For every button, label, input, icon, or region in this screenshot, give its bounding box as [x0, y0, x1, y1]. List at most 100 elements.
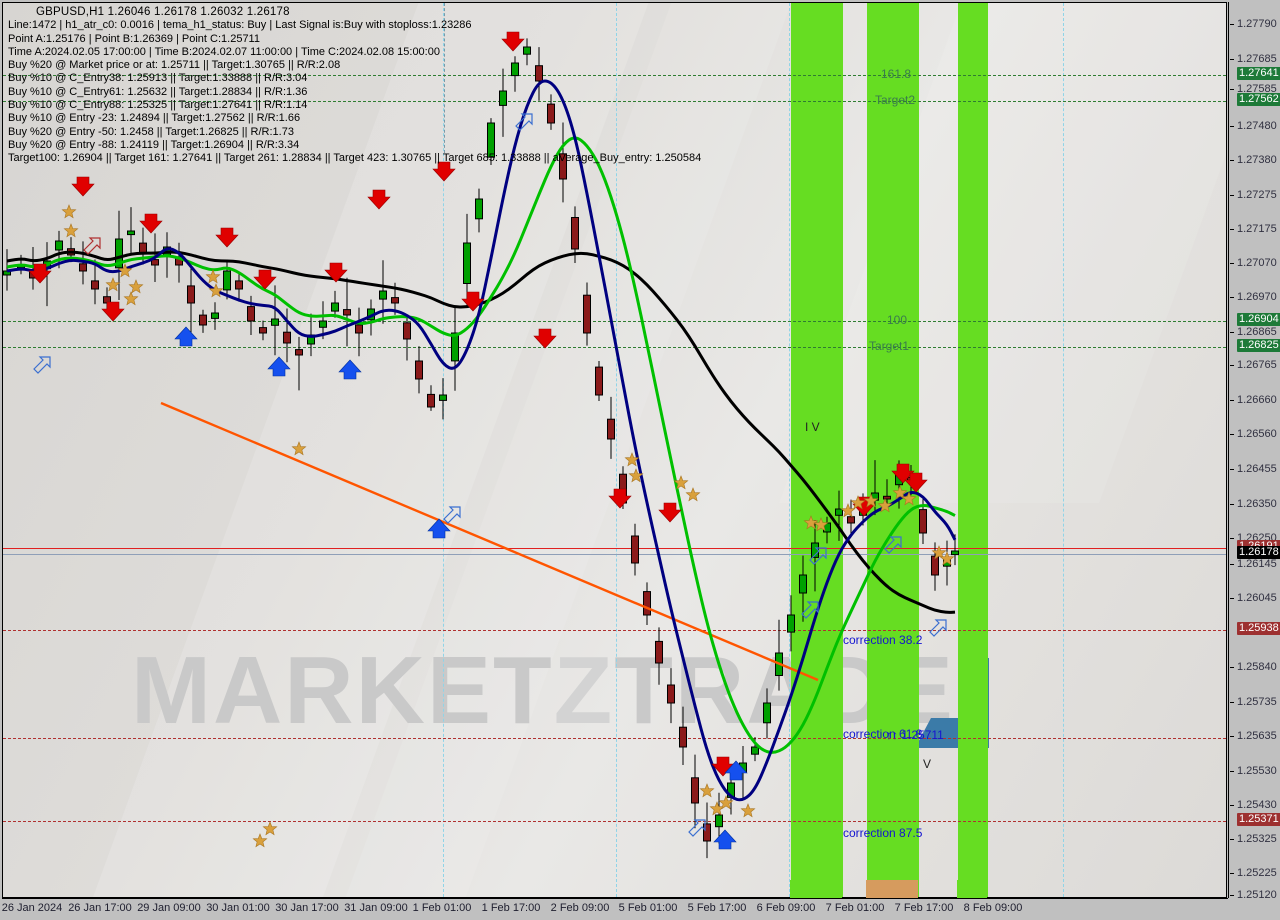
time-tick-3: 30 Jan 01:00: [206, 902, 270, 914]
annotation-corr-382: correction 38.2: [843, 633, 923, 647]
time-tick-4: 30 Jan 17:00: [275, 902, 339, 914]
annotation-lvl-target1: Target1: [869, 339, 910, 353]
price-tick-label: 1.25430: [1237, 799, 1277, 811]
price-tick-label: 1.27641: [1237, 67, 1280, 80]
price-tick-16: 1.26560: [1229, 428, 1280, 441]
price-tick-label: 1.25120: [1237, 889, 1277, 901]
annotation-lvl-100: 100: [887, 313, 908, 327]
price-tick-11: 1.26904: [1229, 313, 1280, 326]
chart-application: MARKETZTRADE 161.8 Target2 100 Target1 I Vco…: [0, 0, 1280, 920]
chart-info-line-3: Buy %20 @ Market price or at: 1.25711 ||…: [8, 59, 341, 72]
chart-info-line-0: Line:1472 | h1_atr_c0: 0.0016 | tema_h1_…: [8, 19, 472, 32]
annotation-lvl-target2: Target2: [875, 93, 916, 107]
chart-info-line-4: Buy %10 @ C_Entry38: 1.25913 || Target:1…: [8, 72, 308, 85]
chart-info-line-1: Point A:1.25176 | Point B:1.26369 | Poin…: [8, 32, 260, 45]
price-tick-label: 1.27790: [1237, 18, 1277, 30]
tick-mark: [1230, 736, 1234, 737]
price-tick-15: 1.26660: [1229, 394, 1280, 407]
price-tick-7: 1.27275: [1229, 189, 1280, 202]
price-tick-label: 1.27685: [1237, 53, 1277, 65]
time-tick-5: 31 Jan 09:00: [344, 902, 408, 914]
time-tick-8: 2 Feb 09:00: [550, 902, 610, 914]
tick-mark: [1230, 126, 1234, 127]
tick-mark: [1230, 702, 1234, 703]
tick-mark: [1230, 24, 1234, 25]
trendline: [160, 401, 819, 682]
tick-mark: [1230, 59, 1234, 60]
price-tick-label: 1.27175: [1237, 223, 1277, 235]
tick-mark: [1230, 538, 1234, 539]
price-tick-6: 1.27380: [1229, 154, 1280, 167]
tick-mark: [1230, 667, 1234, 668]
tick-mark: [1230, 469, 1234, 470]
price-tick-22: 1.26145: [1229, 558, 1280, 571]
time-tick-14: 8 Feb 09:00: [963, 902, 1023, 914]
time-tick-0: 26 Jan 2024: [1, 902, 63, 914]
price-tick-label: 1.25225: [1237, 867, 1277, 879]
price-tick-26: 1.25735: [1229, 696, 1280, 709]
chart-info-line-10: Target100: 1.26904 || Target 161: 1.2764…: [8, 152, 702, 165]
tick-mark: [1230, 297, 1234, 298]
price-tick-29: 1.25430: [1229, 799, 1280, 812]
chart-title: GBPUSD,H1 1.26046 1.26178 1.26032 1.2617…: [36, 6, 290, 18]
price-tick-label: 1.26765: [1237, 359, 1277, 371]
price-tick-label: 1.26865: [1237, 326, 1277, 338]
price-tick-1: 1.27685: [1229, 53, 1280, 66]
price-tick-23: 1.26045: [1229, 592, 1280, 605]
time-scale[interactable]: 26 Jan 2024 26 Jan 17:00 29 Jan 09:00 30 Ja…: [2, 898, 1228, 920]
price-tick-label: 1.26455: [1237, 463, 1277, 475]
time-tick-13: 7 Feb 17:00: [894, 902, 954, 914]
time-band-0: [790, 880, 842, 898]
price-tick-5: 1.27480: [1229, 120, 1280, 133]
price-tick-label: 1.25371: [1237, 813, 1280, 826]
chart-frame[interactable]: MARKETZTRADE 161.8 Target2 100 Target1 I Vco…: [2, 2, 1227, 898]
time-tick-12: 7 Feb 01:00: [825, 902, 885, 914]
time-tick-2: 29 Jan 09:00: [137, 902, 201, 914]
price-tick-8: 1.27175: [1229, 223, 1280, 236]
price-scale[interactable]: 1.27790 1.27685 1.27641 1.27585 1.27562 1.274…: [1228, 2, 1280, 901]
price-tick-4: 1.27562: [1229, 93, 1280, 106]
price-tick-label: 1.26660: [1237, 394, 1277, 406]
price-tick-label: 1.25840: [1237, 661, 1277, 673]
price-tick-label: 1.26045: [1237, 592, 1277, 604]
tick-mark: [1230, 89, 1234, 90]
price-tick-28: 1.25530: [1229, 765, 1280, 778]
chart-info-line-2: Time A:2024.02.05 17:00:00 | Time B:2024…: [8, 45, 440, 58]
price-tick-25: 1.25840: [1229, 661, 1280, 674]
price-tick-13: 1.26825: [1229, 339, 1280, 352]
tick-mark: [1230, 160, 1234, 161]
price-tick-24: 1.25938: [1229, 622, 1280, 635]
chart-info-header: GBPUSD,H1 1.26046 1.26178 1.26032 1.2617…: [8, 6, 701, 166]
annotation-corr-875: correction 87.5: [843, 826, 923, 840]
tick-mark: [1230, 400, 1234, 401]
time-tick-10: 5 Feb 17:00: [687, 902, 747, 914]
price-tick-label: 1.25635: [1237, 730, 1277, 742]
chart-info-line-7: Buy %10 @ Entry -23: 1.24894 || Target:1…: [8, 112, 301, 125]
time-tick-11: 6 Feb 09:00: [756, 902, 816, 914]
tick-mark: [1230, 598, 1234, 599]
chart-info-line-6: Buy %10 @ C_Entry88: 1.25325 || Target:1…: [8, 99, 308, 112]
time-tick-6: 1 Feb 01:00: [412, 902, 472, 914]
price-tick-10: 1.26970: [1229, 291, 1280, 304]
price-tick-label: 1.25530: [1237, 765, 1277, 777]
annotation-lvl-1618: 161.8: [881, 67, 912, 81]
price-tick-label: 1.27480: [1237, 120, 1277, 132]
price-tick-12: 1.26865: [1229, 326, 1280, 339]
tick-mark: [1230, 263, 1234, 264]
annotation-point-c: ↑↑ 1.25711: [886, 728, 944, 742]
price-tick-label: 1.26970: [1237, 291, 1277, 303]
tick-mark: [1230, 895, 1234, 896]
price-tick-0: 1.27790: [1229, 18, 1280, 31]
price-tick-31: 1.25325: [1229, 833, 1280, 846]
tick-mark: [1230, 332, 1234, 333]
price-tick-17: 1.26455: [1229, 463, 1280, 476]
price-tick-label: 1.27380: [1237, 154, 1277, 166]
price-tick-32: 1.25225: [1229, 867, 1280, 880]
chart-info-lines: Line:1472 | h1_atr_c0: 0.0016 | tema_h1_…: [8, 19, 701, 165]
tick-mark: [1230, 195, 1234, 196]
annotation-wave-iv: I V: [805, 420, 820, 434]
time-band-2: [957, 880, 987, 898]
tick-mark: [1230, 873, 1234, 874]
price-tick-27: 1.25635: [1229, 730, 1280, 743]
price-tick-2: 1.27641: [1229, 67, 1280, 80]
